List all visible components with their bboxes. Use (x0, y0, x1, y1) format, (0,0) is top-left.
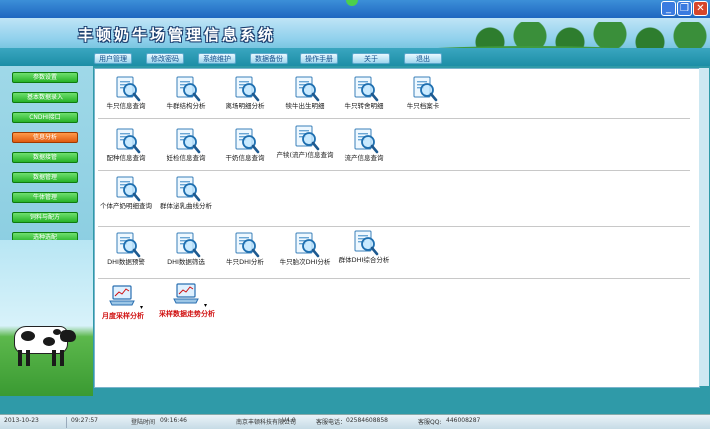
magnifier-document-icon (351, 228, 379, 256)
window-grip-icon (346, 0, 358, 6)
magnifier-document-icon (292, 123, 320, 151)
menu-data-backup[interactable]: 数据备份 (250, 53, 288, 64)
item-herd-dhi-analysis[interactable]: 群体DHI综合分析 (334, 228, 394, 274)
menu-user-management[interactable]: 用户管理 (94, 53, 132, 64)
close-button[interactable]: ✕ (693, 1, 708, 16)
menu-system-maintenance[interactable]: 系统维护 (198, 53, 236, 64)
section-divider (98, 278, 690, 279)
magnifier-document-icon (113, 174, 141, 202)
status-bar: 2013-10-23 09:27:57 登陆时间 09:16:46 南京丰顿科技… (0, 414, 710, 429)
magnifier-document-icon (292, 230, 320, 258)
item-pregnancy-check-query[interactable]: 妊检信息查询 (156, 126, 216, 172)
item-breeding-info-query[interactable]: 配种信息查询 (96, 126, 156, 172)
maximize-button[interactable]: ❐ (677, 1, 692, 16)
item-abortion-info-query[interactable]: 流产信息查询 (334, 126, 394, 172)
magnifier-document-icon (173, 230, 201, 258)
laptop-chart-icon (172, 280, 200, 308)
item-dhi-warning[interactable]: DHI数据预警 (96, 230, 156, 276)
magnifier-document-icon (173, 174, 201, 202)
magnifier-document-icon (351, 74, 379, 102)
magnifier-document-icon (173, 126, 201, 154)
menu-exit[interactable]: 退出 (404, 53, 442, 64)
status-version: V4.0 (282, 417, 296, 424)
sidebar-item-data-management[interactable]: 数据管理 (12, 172, 78, 183)
magnifier-document-icon (232, 74, 260, 102)
magnifier-document-icon (113, 230, 141, 258)
magnifier-document-icon (113, 126, 141, 154)
item-herd-structure-analysis[interactable]: 牛群结构分析 (156, 74, 216, 120)
sidebar-item-feed-formula[interactable]: 饲料与配方 (12, 212, 78, 223)
item-departure-detail-analysis[interactable]: 离场明细分析 (215, 74, 275, 120)
item-lactation-curve-analysis[interactable]: 群体泌乳曲线分析 (156, 174, 216, 220)
magnifier-document-icon (351, 126, 379, 154)
status-time: 09:27:57 (66, 417, 98, 428)
status-login-time: 09:16:46 (160, 417, 187, 424)
magnifier-document-icon (232, 230, 260, 258)
menu-manual[interactable]: 操作手册 (300, 53, 338, 64)
dropdown-arrow-icon[interactable]: ▾ (204, 302, 207, 309)
magnifier-document-icon (113, 74, 141, 102)
status-phone-label: 客服电话： (316, 419, 347, 426)
item-transfer-detail[interactable]: 牛只转舍明细 (334, 74, 394, 120)
section-divider (98, 226, 690, 227)
item-calf-birth-detail[interactable]: 犊牛出生明细 (275, 74, 335, 120)
item-individual-milk-query[interactable]: 个体产奶明细查询 (96, 174, 156, 220)
cow-image (0, 240, 93, 396)
sidebar-item-analysis[interactable]: 信息分析 (12, 132, 78, 143)
minimize-button[interactable]: _ (661, 1, 676, 16)
item-cattle-dhi-analysis[interactable]: 牛只DHI分析 (215, 230, 275, 276)
cow-head (60, 330, 76, 342)
magnifier-document-icon (232, 126, 260, 154)
magnifier-document-icon (292, 74, 320, 102)
sidebar-item-cattle-management[interactable]: 牛体管理 (12, 192, 78, 203)
status-qq: 446008287 (446, 417, 481, 424)
status-qq-label: 客服QQ: (418, 419, 442, 426)
menu-change-password[interactable]: 修改密码 (146, 53, 184, 64)
status-phone: 02584608858 (346, 417, 388, 424)
sidebar-item-cndhi[interactable]: CNDHI接口 (12, 112, 78, 123)
title-bar: _ ❐ ✕ (0, 0, 710, 18)
item-calving-info-query[interactable]: 产犊(流产)信息查询 (275, 123, 335, 169)
item-parity-dhi-analysis[interactable]: 牛只胎次DHI分析 (275, 230, 335, 276)
item-cattle-record-card[interactable]: 牛只档案卡 (393, 74, 453, 120)
magnifier-document-icon (173, 74, 201, 102)
sidebar-item-parameter-settings[interactable]: 参数设置 (12, 72, 78, 83)
status-login-label: 登陆时间 (131, 419, 156, 426)
item-sampling-trend-analysis[interactable]: ▾ 采样数据走势分析 (158, 280, 216, 326)
app-title: 丰顿奶牛场管理信息系统 (78, 26, 277, 44)
menu-bar: 用户管理 修改密码 系统维护 数据备份 操作手册 关于 退出 (0, 52, 710, 66)
status-date: 2013-10-23 (4, 417, 39, 424)
item-dry-off-query[interactable]: 干奶信息查询 (215, 126, 275, 172)
right-scroll-area (699, 68, 709, 386)
laptop-chart-icon (108, 282, 136, 310)
sidebar-item-data-takeover[interactable]: 数据接管 (12, 152, 78, 163)
item-monthly-sampling-analysis[interactable]: ▾ 月度采样分析 (94, 282, 152, 328)
sidebar-item-data-entry[interactable]: 基本数据录入 (12, 92, 78, 103)
item-dhi-filter[interactable]: DHI数据筛选 (156, 230, 216, 276)
item-cattle-info-query[interactable]: 牛只信息查询 (96, 74, 156, 120)
menu-about[interactable]: 关于 (352, 53, 390, 64)
magnifier-document-icon (410, 74, 438, 102)
dropdown-arrow-icon[interactable]: ▾ (140, 304, 143, 311)
